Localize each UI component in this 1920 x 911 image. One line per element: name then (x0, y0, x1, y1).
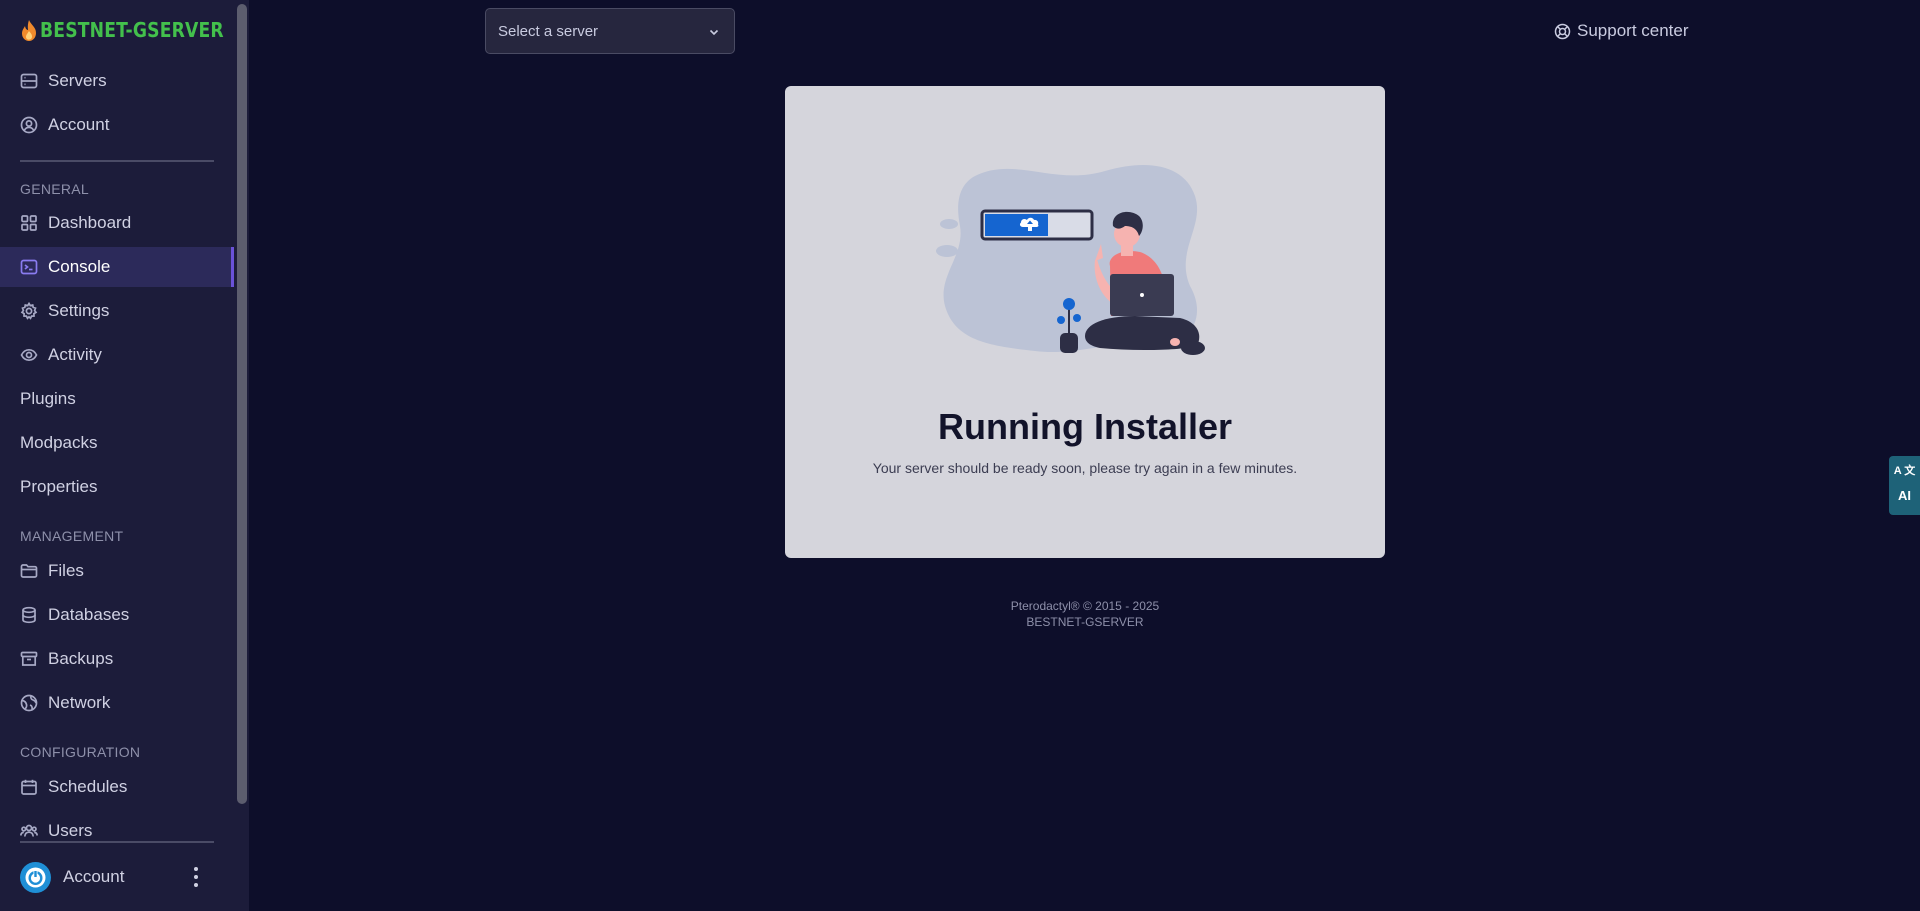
gear-icon (20, 302, 38, 320)
sidebar-item-label: Databases (48, 605, 130, 624)
support-center-link[interactable]: Support center (1554, 21, 1689, 41)
folder-icon (20, 562, 38, 580)
globe-icon (20, 694, 38, 712)
sidebar-item-label: Modpacks (20, 433, 98, 452)
copyright-text: Pterodactyl® © 2015 - 2025 (1010, 599, 1160, 613)
server-select[interactable]: Select a server (485, 8, 735, 54)
status-message: Your server should be ready soon, please… (872, 460, 1298, 476)
sidebar-item-databases[interactable]: Databases (0, 595, 234, 635)
sidebar-item-servers[interactable]: Servers (0, 61, 234, 101)
sidebar-item-label: Servers (48, 71, 107, 90)
user-circle-icon (20, 116, 38, 134)
sidebar-nav: BESTNET-GSERVER Servers Account GENERAL … (0, 0, 236, 843)
translate-widget[interactable]: A 文 AI (1889, 456, 1920, 515)
ai-label: AI (1898, 488, 1911, 503)
sidebar-item-backups[interactable]: Backups (0, 639, 234, 679)
sidebar-divider (20, 160, 214, 162)
sidebar-scrollbar[interactable] (237, 4, 247, 804)
installer-status-card: Running Installer Your server should be … (785, 86, 1385, 558)
section-management: MANAGEMENT (20, 528, 124, 544)
sidebar-item-settings[interactable]: Settings (0, 291, 234, 331)
grid-icon (20, 214, 38, 232)
chevron-down-icon (709, 29, 719, 36)
page-title: Running Installer (937, 406, 1232, 447)
sidebar-item-label: Plugins (20, 389, 76, 408)
sidebar-item-label: Settings (48, 301, 110, 320)
database-icon (20, 606, 38, 624)
account-menu[interactable]: Account (0, 843, 236, 911)
sidebar-item-label: Properties (20, 477, 98, 496)
sidebar-item-label: Account (48, 115, 110, 134)
sidebar-item-label: Files (48, 561, 84, 580)
sidebar-item-label: Schedules (48, 777, 128, 796)
installer-illustration (936, 164, 1205, 355)
support-center-label: Support center (1577, 21, 1689, 40)
footer-brand: BESTNET-GSERVER (1026, 615, 1144, 629)
users-icon (20, 822, 38, 840)
flame-logo-icon (22, 20, 36, 41)
server-icon (20, 72, 38, 90)
archive-icon (20, 650, 38, 668)
sidebar-item-console[interactable]: Console (0, 247, 234, 287)
sidebar-item-plugins[interactable]: Plugins (0, 379, 234, 419)
sidebar-item-label: Activity (48, 345, 102, 364)
terminal-icon (20, 258, 38, 276)
sidebar-item-modpacks[interactable]: Modpacks (0, 423, 234, 463)
sidebar-item-files[interactable]: Files (0, 551, 234, 591)
sidebar-item-label: Backups (48, 649, 114, 668)
sidebar-item-label: Network (48, 693, 111, 712)
sidebar-item-properties[interactable]: Properties (0, 467, 234, 507)
lifebuoy-icon (1554, 23, 1571, 39)
sidebar: BESTNET-GSERVER Servers Account GENERAL … (0, 0, 249, 911)
account-label: Account (63, 867, 125, 886)
more-options-icon[interactable] (189, 867, 203, 887)
avatar (20, 861, 51, 893)
sidebar-item-label: Users (48, 821, 93, 840)
calendar-icon (20, 778, 38, 796)
brand-logo[interactable]: BESTNET-GSERVER (18, 14, 236, 46)
eye-icon (20, 346, 38, 364)
sidebar-item-label: Console (48, 257, 111, 276)
section-configuration: CONFIGURATION (20, 744, 141, 760)
sidebar-item-dashboard[interactable]: Dashboard (0, 203, 234, 243)
sidebar-item-network[interactable]: Network (0, 683, 234, 723)
sidebar-item-label: Dashboard (48, 213, 132, 232)
section-general: GENERAL (20, 181, 90, 197)
server-select-placeholder: Select a server (498, 22, 599, 40)
brand-name: BESTNET-GSERVER (40, 18, 224, 42)
sidebar-item-schedules[interactable]: Schedules (0, 767, 234, 807)
sidebar-item-activity[interactable]: Activity (0, 335, 234, 375)
sidebar-item-users[interactable]: Users (0, 811, 234, 843)
sidebar-item-account[interactable]: Account (0, 105, 234, 145)
translate-icon: A 文 (1893, 465, 1916, 477)
power-icon (25, 867, 46, 887)
